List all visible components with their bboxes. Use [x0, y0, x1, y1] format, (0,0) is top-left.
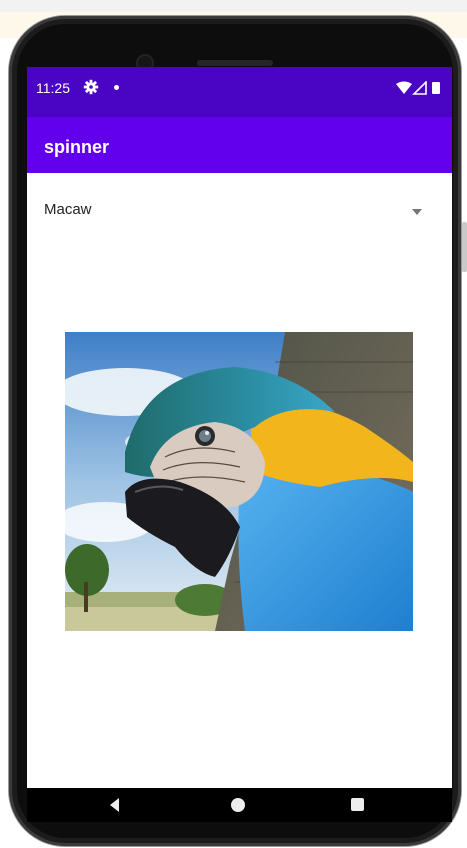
status-time: 11:25: [36, 80, 70, 96]
status-bar: 11:25: [27, 67, 452, 117]
dropdown-arrow-icon: [412, 209, 422, 215]
battery-icon: [432, 82, 440, 94]
status-icons: [396, 81, 440, 95]
top-strip: [0, 0, 467, 12]
wifi-icon: [396, 81, 412, 94]
spinner-selected-value: Macaw: [44, 201, 92, 218]
back-icon[interactable]: [107, 797, 123, 813]
home-icon[interactable]: [231, 798, 245, 812]
signal-icon: [412, 81, 427, 95]
animal-spinner[interactable]: Macaw: [27, 191, 452, 231]
earpiece-speaker: [197, 60, 273, 66]
app-bar: spinner: [27, 117, 452, 173]
device-screen: 11:25 spinner Macaw: [27, 67, 452, 822]
navigation-bar: [27, 788, 452, 822]
settings-icon: [83, 79, 99, 95]
app-title: spinner: [44, 137, 110, 157]
notification-dot-icon: [114, 85, 119, 90]
recents-icon[interactable]: [351, 798, 364, 811]
side-button: [462, 222, 467, 272]
macaw-image: [65, 332, 413, 631]
